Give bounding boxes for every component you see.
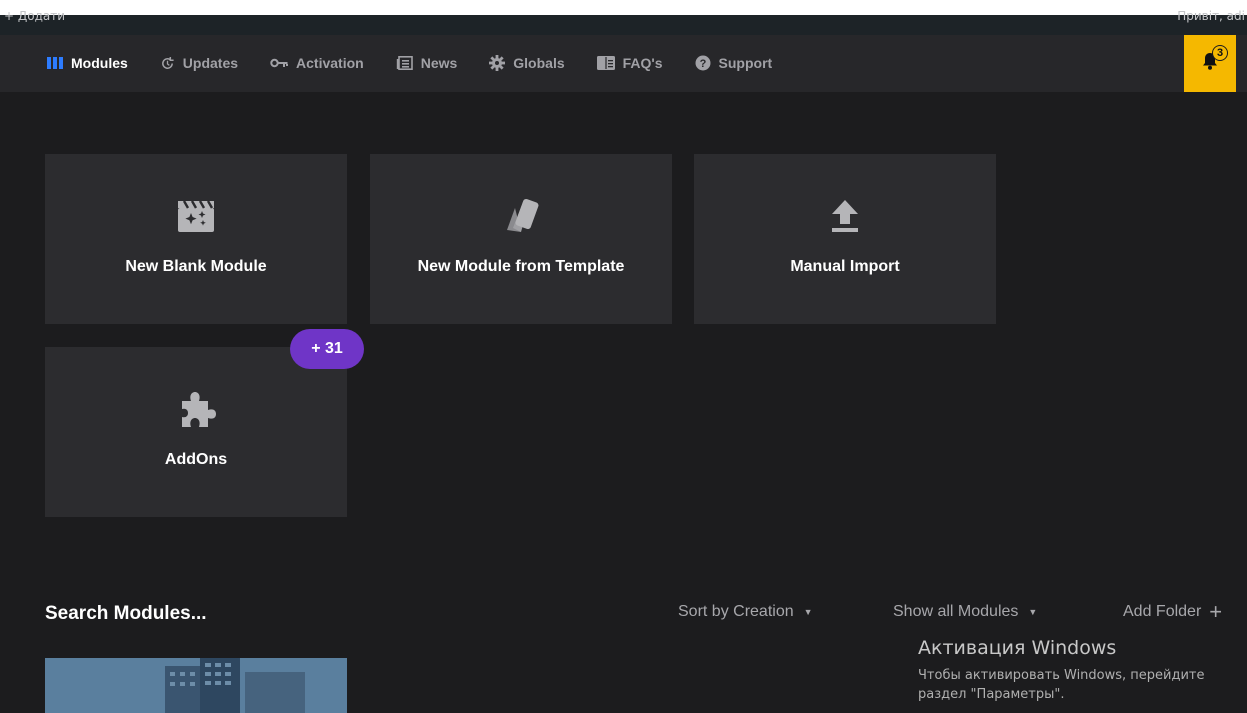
- new-blank-module-card[interactable]: New Blank Module: [45, 154, 347, 324]
- nav-item-label: News: [420, 55, 458, 71]
- notifications-button[interactable]: 3: [1184, 35, 1236, 92]
- nav-item-label: Support: [718, 55, 773, 71]
- filter-label: Show all Modules: [893, 603, 1019, 620]
- wp-admin-bar: + Додати Привіт, adi: [0, 9, 1247, 35]
- nav-item-label: Globals: [513, 55, 565, 71]
- book-icon: [596, 56, 615, 70]
- nav-item-label: Activation: [296, 55, 364, 71]
- nav-item-globals[interactable]: Globals: [489, 53, 565, 73]
- windows-activation-text: Чтобы активировать Windows, перейдите ра…: [918, 666, 1247, 704]
- new-module-from-template-card[interactable]: New Module from Template: [370, 154, 672, 324]
- card-label: New Blank Module: [125, 258, 267, 275]
- card-label: AddOns: [164, 451, 228, 468]
- modules-icon: [47, 57, 63, 69]
- top-navigation: Modules Updates Activation News Globals: [0, 35, 1247, 92]
- windows-activation-line: раздел "Параметры".: [918, 687, 1065, 702]
- nav-item-label: FAQ's: [622, 55, 663, 71]
- upload-icon: [830, 194, 860, 238]
- caret-down-icon: ▼: [1028, 607, 1038, 617]
- puzzle-icon: [176, 387, 216, 431]
- card-label: New Module from Template: [417, 258, 625, 275]
- admin-greeting[interactable]: Привіт, adi: [1177, 9, 1245, 23]
- search-modules-title[interactable]: Search Modules...: [45, 603, 207, 625]
- nav-item-modules[interactable]: Modules: [47, 53, 128, 73]
- add-folder-label: Add Folder: [1123, 603, 1202, 620]
- notification-count-badge: 3: [1212, 45, 1228, 61]
- sort-dropdown[interactable]: Sort by Creation ▼: [678, 603, 813, 621]
- svg-text:?: ?: [699, 58, 706, 70]
- gear-icon: [489, 55, 506, 71]
- key-icon: [270, 58, 289, 68]
- top-strip: [0, 0, 1247, 15]
- plus-icon: +: [1209, 599, 1223, 624]
- card-label: Manual Import: [790, 258, 900, 275]
- nav-item-label: Updates: [182, 55, 239, 71]
- filter-dropdown[interactable]: Show all Modules ▼: [893, 603, 1037, 621]
- addons-count-badge[interactable]: + 31: [290, 329, 364, 369]
- nav-item-updates[interactable]: Updates: [160, 53, 238, 73]
- nav-items: Modules Updates Activation News Globals: [47, 53, 804, 73]
- clapperboard-sparkle-icon: [176, 194, 216, 238]
- addons-card[interactable]: AddOns: [45, 347, 347, 517]
- nav-item-label: Modules: [71, 55, 128, 71]
- caret-down-icon: ▼: [803, 607, 813, 617]
- nav-item-activation[interactable]: Activation: [270, 53, 364, 73]
- manual-import-card[interactable]: Manual Import: [694, 154, 996, 324]
- template-icon: [499, 194, 543, 238]
- news-icon: [396, 56, 413, 70]
- building-image: [45, 658, 347, 713]
- nav-item-support[interactable]: ? Support: [695, 53, 773, 73]
- add-folder-button[interactable]: Add Folder +: [1123, 599, 1223, 624]
- module-thumbnail[interactable]: [45, 658, 347, 713]
- windows-activation-title: Активация Windows: [918, 637, 1117, 659]
- windows-activation-line: Чтобы активировать Windows, перейдите: [918, 668, 1205, 683]
- nav-item-news[interactable]: News: [396, 53, 458, 73]
- admin-add-new-link[interactable]: + Додати: [4, 9, 65, 23]
- updates-icon: [160, 56, 175, 71]
- question-icon: ?: [695, 55, 711, 71]
- sort-label: Sort by Creation: [678, 603, 794, 620]
- nav-item-faqs[interactable]: FAQ's: [596, 53, 663, 73]
